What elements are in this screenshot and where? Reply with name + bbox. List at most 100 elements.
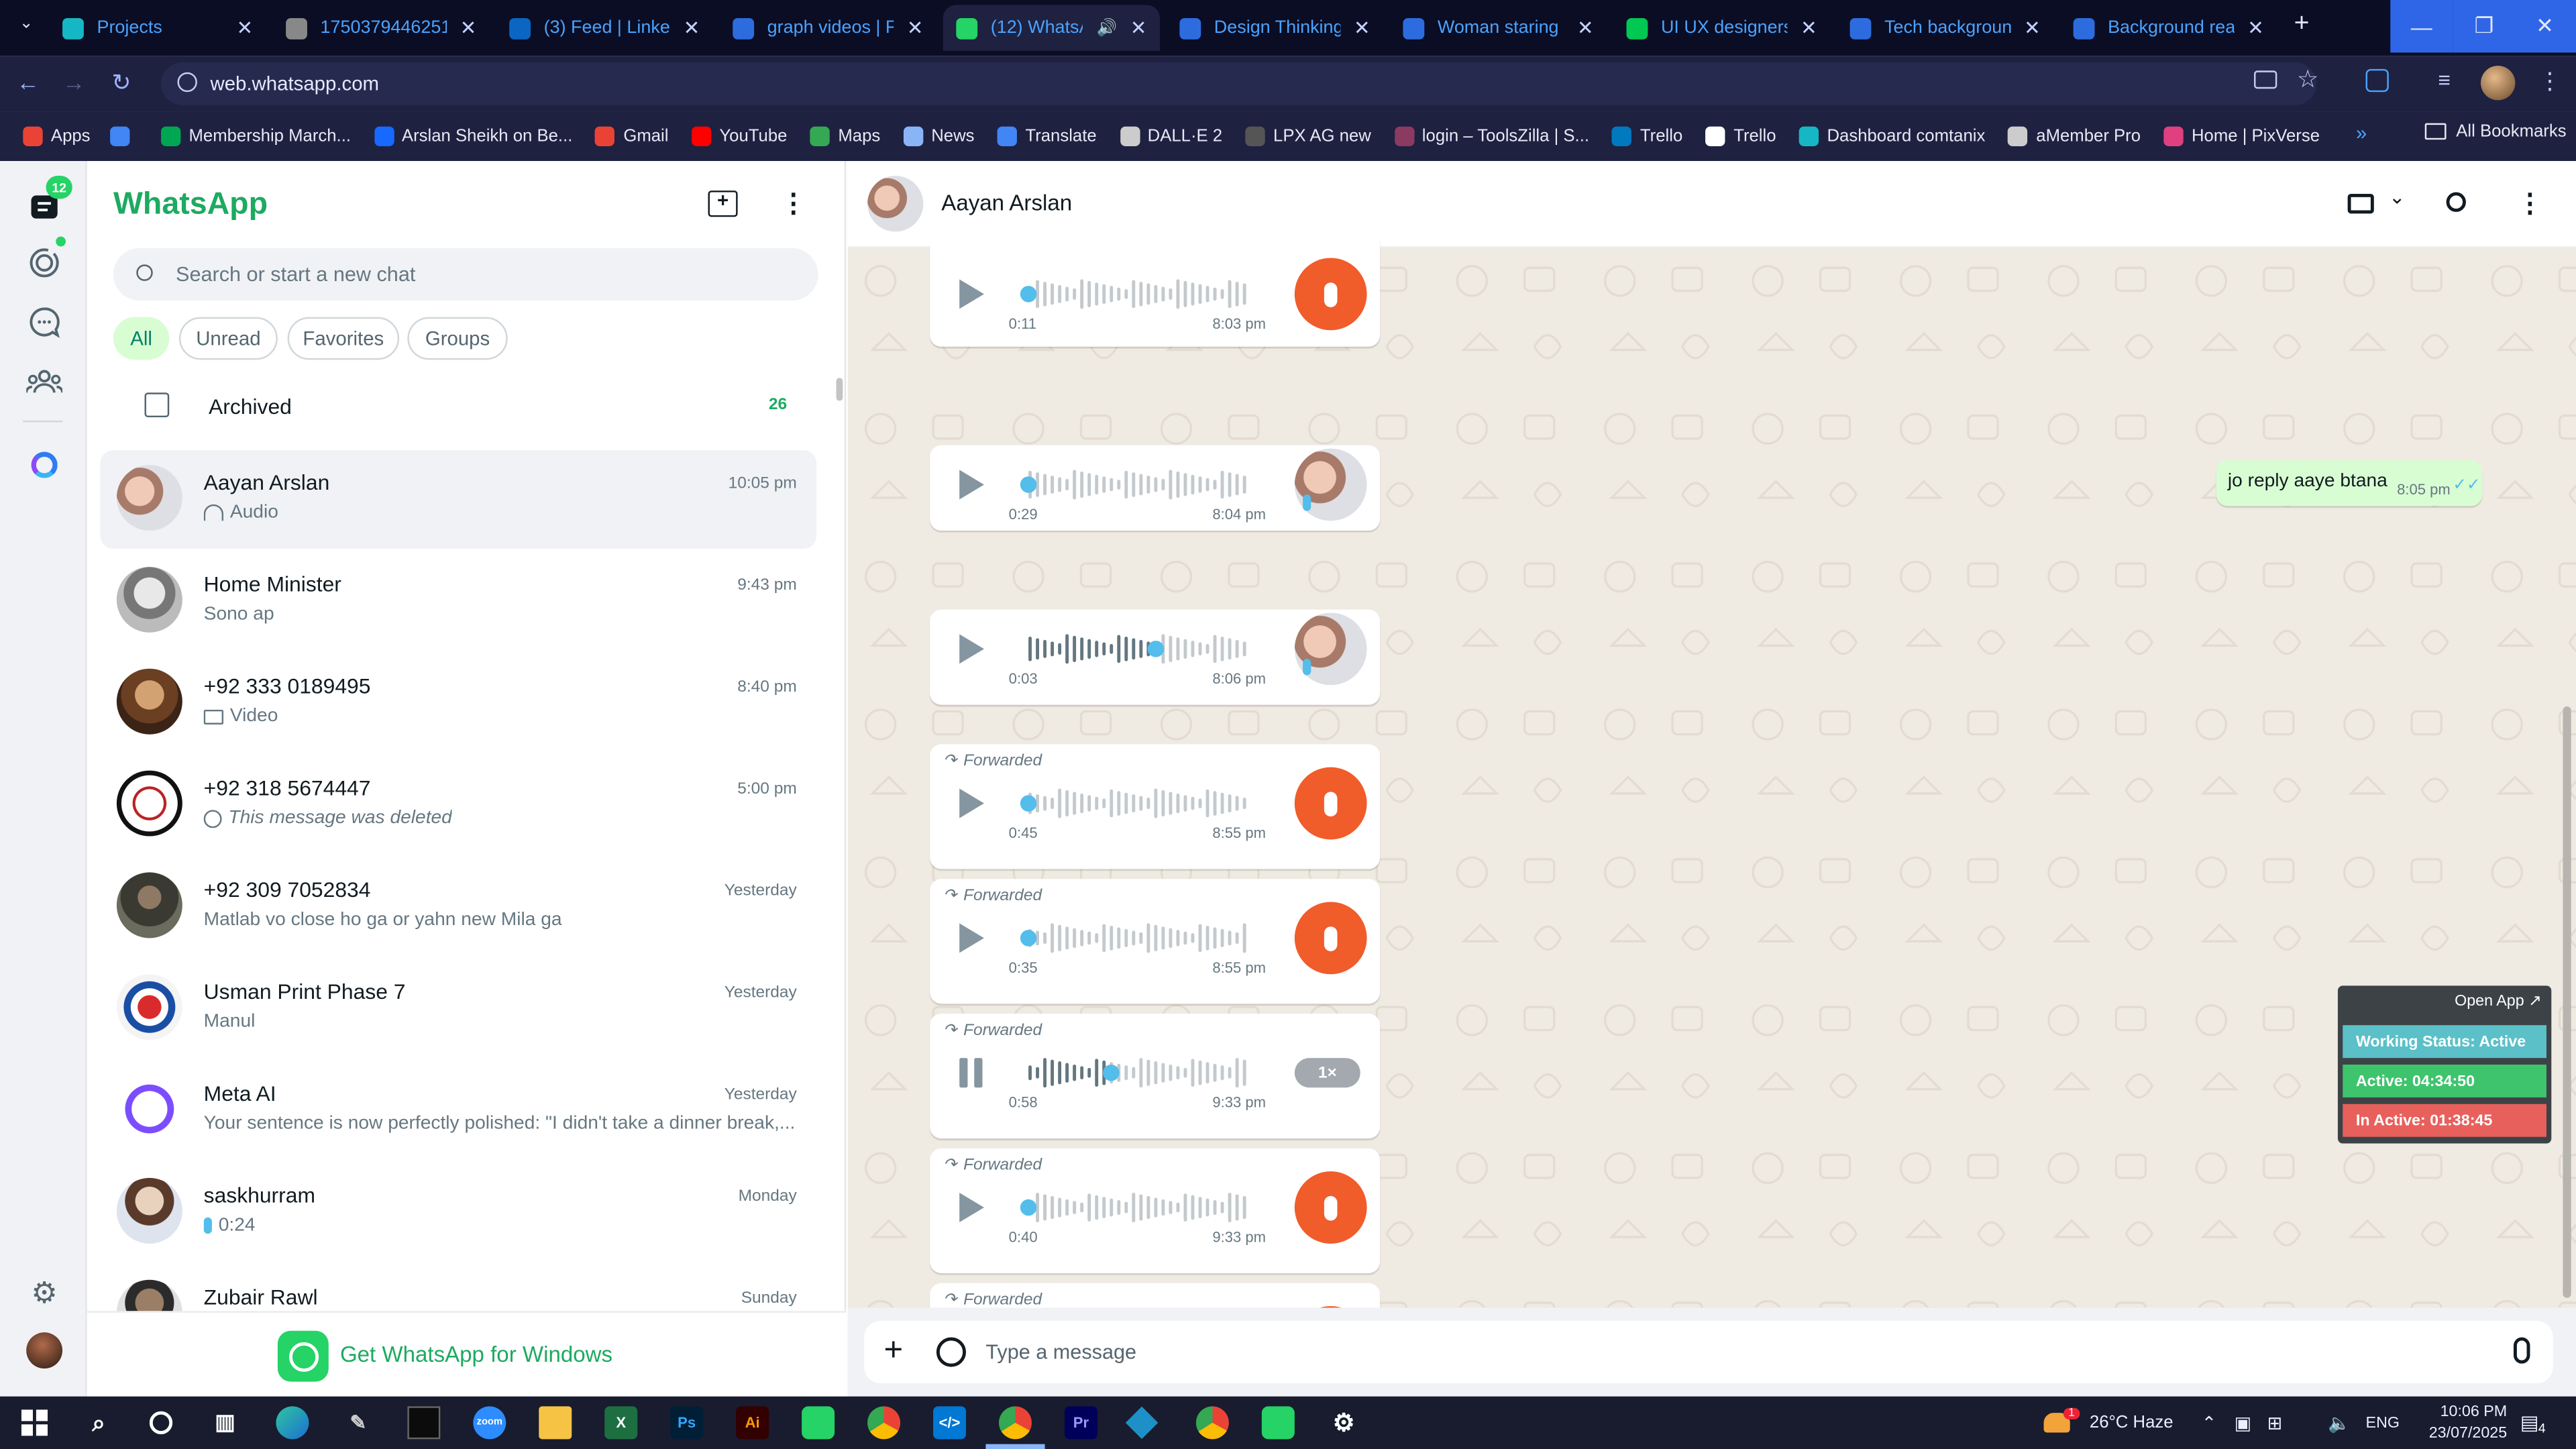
meet-now-icon[interactable]: ▣ <box>2235 1397 2251 1449</box>
vscode-icon[interactable]: </> <box>933 1406 967 1440</box>
attach-icon[interactable]: + <box>884 1332 904 1370</box>
play-button[interactable] <box>959 470 984 500</box>
volume-icon[interactable]: 🔈 <box>2328 1397 2351 1449</box>
video-call-icon[interactable] <box>2347 193 2374 214</box>
waveform[interactable] <box>1018 1189 1255 1226</box>
tray-chevron-icon[interactable]: ⌃ <box>2202 1397 2217 1449</box>
photoshop-icon[interactable]: Ps <box>670 1406 704 1440</box>
illustrator-icon[interactable]: Ai <box>736 1406 769 1440</box>
voice-message-bubble[interactable]: ↷ Forwarded 0:35 8:55 pm <box>930 879 1381 1004</box>
play-button[interactable] <box>959 279 984 309</box>
chat-row[interactable]: +92 309 7052834 Yesterday Matlab vo close … <box>100 857 816 956</box>
bookmark-item[interactable]: Trello <box>1612 126 1682 146</box>
browser-menu-icon[interactable]: ⋮ <box>2538 67 2561 95</box>
chrome-icon[interactable] <box>867 1406 901 1440</box>
filter-groups[interactable]: Groups <box>407 317 508 360</box>
waveform[interactable] <box>1018 631 1255 667</box>
browser-tab[interactable]: Projects ✕ <box>49 5 266 51</box>
chat-row[interactable]: Usman Print Phase 7 Yesterday Manul <box>100 959 816 1058</box>
bookmark-star-icon[interactable]: ☆ <box>2297 64 2319 94</box>
tab-groups-icon[interactable]: ≡ <box>2438 67 2451 92</box>
waveform[interactable] <box>1018 920 1255 956</box>
bookmark-item[interactable]: Gmail <box>595 126 668 146</box>
search-input[interactable]: Search or start a new chat <box>113 248 818 301</box>
bookmark-item[interactable]: login – ToolsZilla | S... <box>1394 126 1589 146</box>
chat-avatar[interactable] <box>116 1177 182 1244</box>
status-icon[interactable] <box>25 243 64 282</box>
close-tab-icon[interactable]: ✕ <box>1801 16 1817 39</box>
playback-position-dot[interactable] <box>1103 1064 1120 1081</box>
voice-message-bubble[interactable]: ↷ Forwarded 0:40 9:33 pm <box>930 1148 1381 1273</box>
bookmark-item[interactable]: Membership March... <box>160 126 351 146</box>
network-icon[interactable]: ⊞ <box>2267 1397 2283 1449</box>
cortana-icon[interactable] <box>145 1406 178 1439</box>
voice-record-icon[interactable] <box>2513 1337 2530 1364</box>
browser-tab[interactable]: 1750379446251 (✕ <box>273 5 490 51</box>
zoom-icon[interactable]: zoom <box>473 1406 506 1440</box>
browser-tab[interactable]: graph videos | Fre ✕ <box>720 5 936 51</box>
minimize-button[interactable]: — <box>2390 0 2453 53</box>
bookmark-item[interactable]: Maps <box>810 126 880 146</box>
browser-tab[interactable]: Woman staring at ✕ <box>1390 5 1607 51</box>
app-diamond-icon[interactable] <box>1125 1406 1159 1440</box>
chat-avatar[interactable] <box>116 974 182 1040</box>
waveform[interactable] <box>1018 1055 1255 1091</box>
weather-widget[interactable]: 1 26°C Haze <box>2043 1397 2174 1449</box>
play-button[interactable] <box>959 923 984 953</box>
browser-tab[interactable]: UI UX designers fo ✕ <box>1613 5 1830 51</box>
premiere-icon[interactable]: Pr <box>1064 1406 1097 1440</box>
start-icon[interactable] <box>18 1406 51 1439</box>
close-tab-icon[interactable]: ✕ <box>237 16 254 39</box>
forward-icon[interactable]: → <box>62 69 85 95</box>
bookmark-item[interactable]: aMember Pro <box>2008 126 2141 146</box>
terminal-icon[interactable] <box>407 1406 441 1440</box>
voice-message-bubble[interactable]: ↷ Forwarded 0:58 9:33 pm 1× <box>930 1014 1381 1139</box>
scrollbar-thumb[interactable] <box>836 378 843 401</box>
play-button[interactable] <box>959 1192 984 1223</box>
chat-row[interactable]: Meta AI Yesterday Your sentence is now per… <box>100 1061 816 1160</box>
browser-tab[interactable]: Background realis ✕ <box>2060 5 2277 51</box>
extensions-icon[interactable] <box>2365 68 2389 93</box>
playback-position-dot[interactable] <box>1147 641 1165 657</box>
channels-icon[interactable] <box>25 303 64 342</box>
bookmark-item[interactable]: Arslan Sheikh on Be... <box>374 126 572 146</box>
bookmark-item[interactable]: Trello <box>1705 126 1776 146</box>
file-explorer-icon[interactable] <box>539 1406 572 1440</box>
excel-icon[interactable]: X <box>604 1406 638 1440</box>
chat-avatar[interactable] <box>116 465 182 531</box>
play-button[interactable] <box>959 788 984 818</box>
playback-position-dot[interactable] <box>1020 476 1037 493</box>
bookmark-item[interactable]: Dashboard comtanix <box>1799 126 1985 146</box>
chat-avatar[interactable] <box>116 770 182 837</box>
notifications-icon[interactable]: ▤ <box>2520 1397 2539 1449</box>
conversation-menu-icon[interactable]: ⋮ <box>2517 187 2543 220</box>
bookmark-item[interactable] <box>109 126 138 146</box>
chrome-active-icon[interactable] <box>998 1406 1032 1440</box>
voice-message-bubble[interactable]: 0:29 8:04 pm <box>930 445 1381 531</box>
close-tab-icon[interactable]: ✕ <box>460 16 477 39</box>
outgoing-message[interactable]: jo reply aaye btana 8:05 pm ✓✓ <box>2216 460 2483 506</box>
chat-row[interactable]: saskhurram Monday 0:24 <box>100 1163 816 1262</box>
chat-row[interactable]: Aayan Arslan 10:05 pm Audio <box>100 450 817 549</box>
pen-app-icon[interactable]: ✎ <box>341 1406 374 1439</box>
chrome-profile-icon[interactable] <box>1195 1406 1229 1440</box>
conversation-scrollbar[interactable] <box>2563 706 2571 1298</box>
edge-icon[interactable] <box>276 1406 309 1440</box>
site-info-icon[interactable] <box>177 72 197 93</box>
close-tab-icon[interactable]: ✕ <box>1130 16 1147 39</box>
taskbar-search-icon[interactable]: ⌕ <box>82 1406 115 1439</box>
voice-message-bubble[interactable]: ↷ Forwarded 0:45 8:55 pm <box>930 744 1381 869</box>
chat-avatar[interactable] <box>116 566 182 633</box>
sticker-icon[interactable] <box>936 1337 967 1367</box>
profile-avatar[interactable] <box>2480 65 2516 101</box>
playback-position-dot[interactable] <box>1020 1199 1037 1216</box>
search-messages-icon[interactable] <box>2446 192 2466 212</box>
close-tab-icon[interactable]: ✕ <box>2247 16 2264 39</box>
settings-icon[interactable]: ⚙ <box>25 1273 64 1313</box>
chat-avatar[interactable] <box>116 668 182 735</box>
filter-favorites[interactable]: Favorites <box>287 317 400 360</box>
message-input[interactable]: + Type a message <box>864 1320 2553 1384</box>
contact-name[interactable]: Aayan Arslan <box>941 191 1072 215</box>
clock[interactable]: 10:06 PM 23/07/2025 <box>2428 1397 2507 1449</box>
bookmark-item[interactable]: DALL·E 2 <box>1119 126 1222 146</box>
